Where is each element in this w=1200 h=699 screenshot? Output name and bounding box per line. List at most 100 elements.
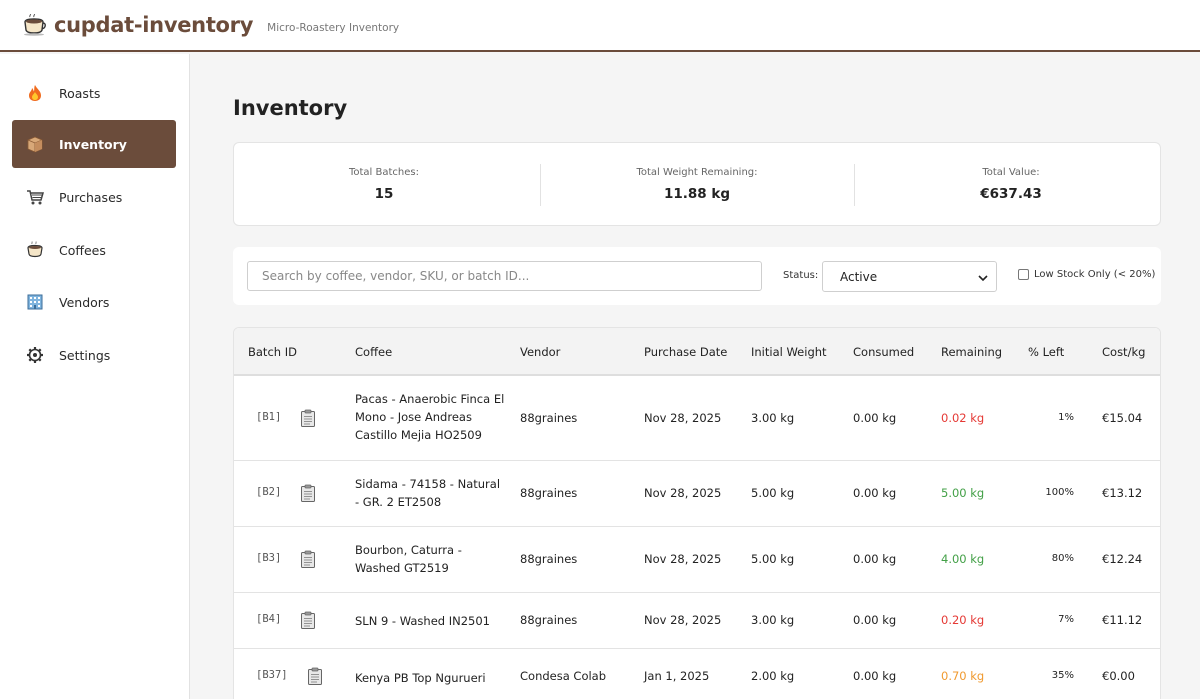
vendor: 88graines: [520, 552, 578, 566]
column-header[interactable]: Vendor: [520, 345, 560, 359]
remaining: 0.02 kg: [941, 411, 985, 425]
sidebar: Roasts Inventory Purchases Coffees Vendo…: [0, 54, 190, 699]
divider: [540, 164, 541, 206]
vendor: 88graines: [520, 613, 578, 627]
app-header: cupdat-inventory Micro-Roastery Inventor…: [0, 0, 1200, 52]
column-header[interactable]: % Left: [1028, 345, 1064, 359]
coffee-name: Sidama - 74158 - Natural - GR. 2 ET2508: [355, 477, 501, 509]
search-input[interactable]: [247, 261, 762, 291]
stat-label: Total Value:: [982, 167, 1040, 178]
purchase-date: Nov 28, 2025: [644, 613, 722, 627]
clipboard-icon[interactable]: [307, 667, 323, 685]
building-icon: [26, 293, 44, 311]
stat-label: Total Weight Remaining:: [636, 167, 758, 178]
purchase-date: Nov 28, 2025: [644, 552, 722, 566]
sidebar-item-inventory[interactable]: Inventory: [12, 120, 176, 168]
column-header[interactable]: Purchase Date: [644, 345, 727, 359]
low-stock-label: Low Stock Only (< 20%): [1034, 269, 1156, 280]
column-header[interactable]: Cost/kg: [1102, 345, 1145, 359]
percent-left: 7%: [1058, 614, 1074, 625]
clipboard-icon[interactable]: [300, 611, 316, 629]
filters-card: Status: Active Low Stock Only (< 20%): [233, 247, 1161, 305]
table-row[interactable]: [B3] Bourbon, Caturra - Washed GT2519 88…: [234, 527, 1160, 593]
cost-per-kg: €11.12: [1102, 613, 1143, 627]
box-icon: [26, 135, 44, 153]
vendor: 88graines: [520, 411, 578, 425]
stat-label: Total Batches:: [348, 167, 419, 178]
fire-icon: [26, 84, 44, 102]
page-title: Inventory: [233, 96, 348, 120]
sidebar-item-label: Vendors: [59, 294, 110, 310]
app-subtitle: Micro-Roastery Inventory: [267, 22, 400, 34]
sidebar-item-settings[interactable]: Settings: [12, 331, 176, 379]
sidebar-item-label: Purchases: [59, 189, 123, 205]
divider: [854, 164, 855, 206]
vendor: Condesa Colab: [520, 669, 607, 683]
sidebar-item-purchases[interactable]: Purchases: [12, 173, 176, 221]
table-row[interactable]: [B1] Pacas - Anaerobic Finca El Mono - J…: [234, 376, 1160, 461]
consumed: 0.00 kg: [853, 552, 897, 566]
vendor: 88graines: [520, 486, 578, 500]
purchase-date: Nov 28, 2025: [644, 411, 722, 425]
sidebar-item-roasts[interactable]: Roasts: [12, 69, 176, 117]
consumed: 0.00 kg: [853, 669, 897, 683]
initial-weight: 5.00 kg: [751, 486, 795, 500]
stat-value: €637.43: [980, 186, 1042, 202]
cost-per-kg: €0.00: [1102, 669, 1135, 683]
status-select-value: Active: [840, 269, 878, 284]
purchase-date: Jan 1, 2025: [644, 669, 710, 683]
main-content: Inventory Total Batches: 15 Total Weight…: [191, 54, 1200, 699]
percent-left: 35%: [1051, 670, 1074, 681]
inventory-table: Batch ID Coffee Vendor Purchase Date Ini…: [233, 327, 1161, 699]
cost-per-kg: €15.04: [1102, 411, 1143, 425]
column-header[interactable]: Remaining: [941, 345, 1002, 359]
low-stock-toggle[interactable]: Low Stock Only (< 20%): [1018, 269, 1155, 280]
cost-per-kg: €13.12: [1102, 486, 1143, 500]
table-row[interactable]: [B2] Sidama - 74158 - Natural - GR. 2 ET…: [234, 461, 1160, 527]
status-label: Status:: [783, 270, 819, 281]
batch-id: [B1]: [256, 411, 282, 423]
sidebar-item-coffees[interactable]: Coffees: [12, 226, 176, 274]
remaining: 0.70 kg: [941, 669, 985, 683]
initial-weight: 3.00 kg: [751, 613, 795, 627]
table-header: Batch ID Coffee Vendor Purchase Date Ini…: [234, 328, 1160, 376]
stat-value: 11.88 kg: [663, 186, 731, 202]
column-header[interactable]: Coffee: [355, 345, 392, 359]
cost-per-kg: €12.24: [1102, 552, 1143, 566]
app-name[interactable]: cupdat-inventory: [54, 13, 253, 37]
gear-icon: [26, 346, 44, 364]
column-header[interactable]: Batch ID: [248, 345, 297, 359]
column-header[interactable]: Initial Weight: [751, 345, 827, 359]
percent-left: 1%: [1058, 412, 1074, 423]
remaining: 4.00 kg: [941, 552, 985, 566]
coffee-name: Pacas - Anaerobic Finca El Mono - Jose A…: [355, 392, 505, 442]
stat-total-batches: Total Batches: 15: [234, 143, 534, 227]
status-select[interactable]: Active: [822, 261, 997, 292]
purchase-date: Nov 28, 2025: [644, 486, 722, 500]
sidebar-item-label: Coffees: [59, 242, 106, 258]
coffee-cup-icon: [26, 241, 44, 259]
initial-weight: 2.00 kg: [751, 669, 795, 683]
stat-total-value: Total Value: €637.43: [861, 143, 1161, 227]
initial-weight: 5.00 kg: [751, 552, 795, 566]
clipboard-icon[interactable]: [300, 484, 316, 502]
stat-value: 15: [374, 186, 394, 202]
clipboard-icon[interactable]: [300, 409, 316, 427]
initial-weight: 3.00 kg: [751, 411, 795, 425]
sidebar-item-vendors[interactable]: Vendors: [12, 278, 176, 326]
stats-card: Total Batches: 15 Total Weight Remaining…: [233, 142, 1161, 226]
table-row[interactable]: [B37] Kenya PB Top Ngurueri Condesa Cola…: [234, 649, 1160, 699]
column-header[interactable]: Consumed: [853, 345, 914, 359]
consumed: 0.00 kg: [853, 613, 897, 627]
table-row[interactable]: [B4] SLN 9 - Washed IN2501 88graines Nov…: [234, 593, 1160, 649]
remaining: 5.00 kg: [941, 486, 985, 500]
batch-id: [B2]: [256, 486, 282, 498]
sidebar-item-label: Roasts: [59, 85, 101, 101]
coffee-name: Kenya PB Top Ngurueri: [355, 671, 486, 685]
stat-total-weight: Total Weight Remaining: 11.88 kg: [547, 143, 847, 227]
coffee-cup-logo-icon: [22, 14, 46, 36]
batch-id: [B4]: [256, 613, 282, 625]
percent-left: 80%: [1051, 553, 1074, 564]
clipboard-icon[interactable]: [300, 550, 316, 568]
low-stock-checkbox[interactable]: [1018, 269, 1029, 280]
